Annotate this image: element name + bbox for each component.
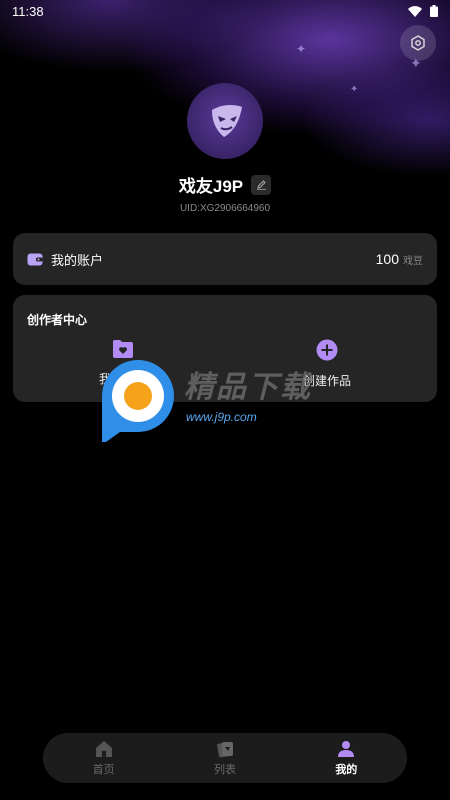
balance-unit: 戏豆	[403, 255, 423, 267]
cards-icon	[217, 741, 233, 757]
folder-heart-icon	[113, 340, 133, 358]
nav-list-label: 列表	[213, 763, 236, 776]
creator-center-card: 创作者中心 我的作品 创建作品	[13, 295, 437, 402]
edit-name-button[interactable]	[251, 174, 272, 195]
battery-icon	[430, 5, 438, 17]
nav-list[interactable]: 列表	[185, 740, 265, 777]
wallet-icon	[27, 253, 43, 266]
bottom-nav: 首页 列表 我的	[43, 733, 407, 783]
mask-icon	[212, 105, 242, 137]
username: 戏友J9P	[178, 177, 244, 196]
settings-button[interactable]	[400, 25, 436, 61]
sparkle-icon: ✦	[296, 42, 307, 56]
profile-name-row: 戏友J9P	[0, 172, 450, 197]
my-works-button[interactable]: 我的作品	[73, 339, 173, 387]
nav-home[interactable]: 首页	[64, 740, 144, 777]
create-work-label: 创建作品	[302, 374, 351, 388]
user-icon	[338, 740, 355, 757]
home-icon	[95, 740, 112, 757]
account-label: 我的账户	[51, 252, 104, 268]
watermark-url: www.j9p.com	[186, 410, 257, 424]
account-card[interactable]: 我的账户 100 戏豆	[13, 233, 437, 285]
my-works-label: 我的作品	[98, 372, 147, 386]
nav-mine-label: 我的	[335, 763, 358, 776]
edit-icon	[256, 180, 266, 190]
creator-center-title: 创作者中心	[27, 313, 88, 327]
create-work-button[interactable]: 创建作品	[277, 339, 377, 389]
nav-mine[interactable]: 我的	[306, 740, 386, 777]
user-uid: UID:XG2906664960	[179, 203, 271, 214]
plus-circle-icon	[316, 339, 338, 361]
sparkle-icon: ✦	[350, 84, 359, 95]
account-balance: 100	[375, 251, 399, 267]
status-time: 11:38	[12, 3, 44, 19]
avatar[interactable]	[187, 83, 263, 159]
nav-home-label: 首页	[92, 763, 115, 776]
wifi-icon	[408, 5, 422, 17]
settings-hexagon-icon	[411, 35, 425, 51]
status-bar: 11:38	[0, 0, 450, 22]
